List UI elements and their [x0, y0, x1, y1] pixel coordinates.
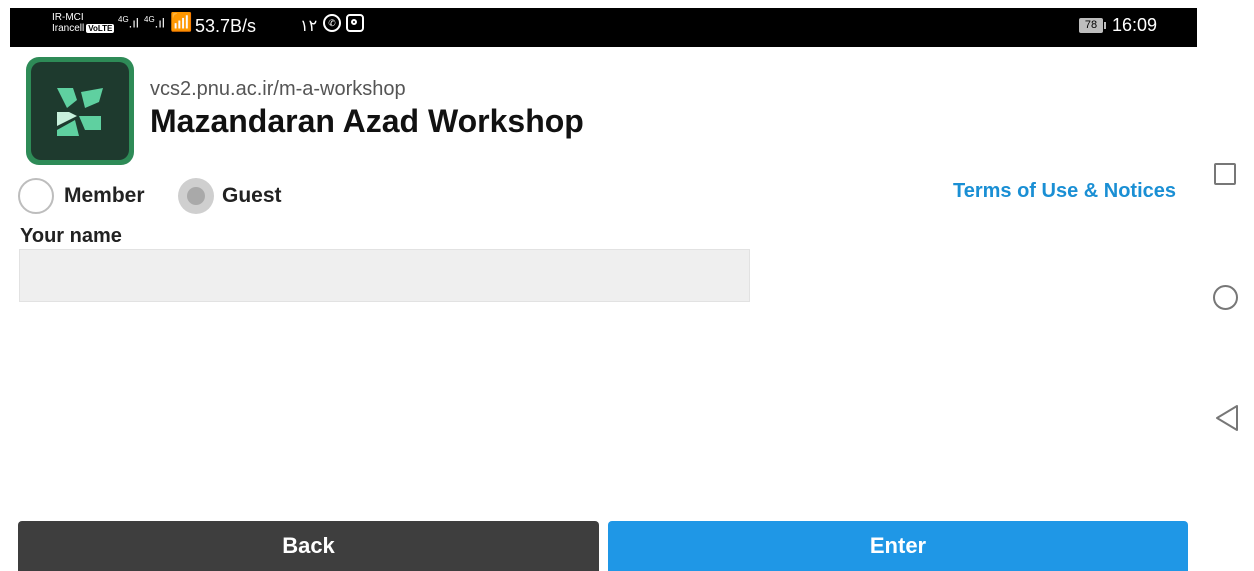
- member-radio[interactable]: [18, 178, 54, 214]
- name-field-label: Your name: [20, 225, 122, 247]
- home-icon[interactable]: [1213, 285, 1238, 310]
- signal-icon-1: 4G.ıl: [118, 15, 139, 31]
- volte-badge: VoLTE: [86, 24, 115, 33]
- terms-link[interactable]: Terms of Use & Notices: [953, 180, 1176, 203]
- carrier-info: IR-MCI Irancell VoLTE: [52, 12, 115, 34]
- instagram-icon: [346, 14, 364, 32]
- connect-logo-icon: [57, 88, 103, 136]
- clock: 16:09: [1112, 15, 1158, 35]
- app-logo: [26, 57, 134, 165]
- recents-icon[interactable]: [1214, 163, 1236, 185]
- guest-radio[interactable]: [178, 178, 214, 214]
- name-input[interactable]: [19, 249, 750, 302]
- enter-button[interactable]: Enter: [608, 521, 1188, 571]
- wifi-icon: 📶: [170, 12, 193, 32]
- carrier-2: Irancell: [52, 23, 85, 34]
- battery-tip: [1104, 22, 1106, 29]
- whatsapp-icon: ✆: [323, 14, 341, 32]
- meeting-url: vcs2.pnu.ac.ir/m-a-workshop: [150, 78, 406, 100]
- notification-count: ۱۲: [300, 18, 318, 35]
- guest-label[interactable]: Guest: [222, 184, 282, 208]
- page-title: Mazandaran Azad Workshop: [150, 103, 584, 139]
- back-button[interactable]: Back: [18, 521, 599, 571]
- signal-icon-2: 4G.ıl: [144, 15, 165, 31]
- back-nav-icon[interactable]: [1214, 404, 1240, 432]
- net-speed: 53.7B/s: [195, 16, 257, 36]
- member-label[interactable]: Member: [64, 184, 145, 208]
- carrier-1: IR-MCI: [52, 12, 84, 23]
- status-bar: IR-MCI Irancell VoLTE 4G.ıl 4G.ıl 📶 53.7B…: [10, 8, 1197, 47]
- battery-icon: 78: [1079, 18, 1103, 33]
